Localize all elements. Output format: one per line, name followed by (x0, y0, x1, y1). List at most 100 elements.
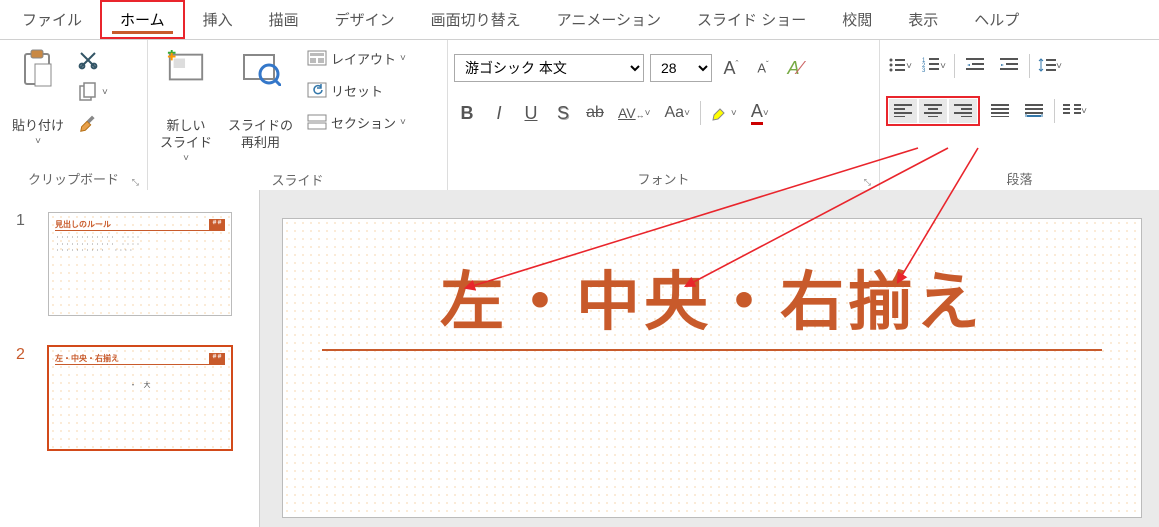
group-font: 游ゴシック 本文 28 Aˆ Aˇ A⁄ B I U S (448, 40, 880, 190)
decrease-indent-button[interactable] (961, 54, 989, 78)
columns-button[interactable] (1061, 99, 1089, 123)
tab-file[interactable]: ファイル (4, 0, 100, 39)
alignment-highlight-box (886, 96, 980, 126)
bold-icon: B (461, 103, 474, 124)
line-spacing-button[interactable] (1036, 54, 1064, 78)
align-left-icon (894, 103, 912, 120)
decrease-indent-icon (966, 57, 984, 76)
format-painter-button[interactable] (74, 112, 112, 136)
slide-title-underline (322, 349, 1102, 351)
group-font-label: フォント (637, 169, 689, 188)
thumbnail-1[interactable]: 見出しのルール＃＃ ・・・・・・・・・・・・ ・・・・・・・・・・・・・・・・ … (48, 212, 232, 316)
decrease-font-icon: Aˇ (757, 60, 768, 75)
layout-button[interactable]: レイアウト (303, 46, 410, 70)
section-icon (307, 112, 327, 132)
underline-button[interactable]: U (518, 100, 544, 126)
layout-label: レイアウト (331, 49, 396, 68)
bold-button[interactable]: B (454, 100, 480, 126)
tab-animation[interactable]: アニメーション (539, 0, 679, 39)
font-dialog-launcher-icon[interactable]: ⤡ (864, 177, 871, 188)
change-case-button[interactable]: Aa (660, 100, 693, 126)
paste-button[interactable]: 貼り付け (6, 44, 70, 152)
clear-formatting-button[interactable]: A⁄ (782, 55, 808, 81)
font-color-icon: A (751, 101, 763, 125)
tab-insert[interactable]: 挿入 (185, 0, 251, 39)
thumb-number-2: 2 (16, 346, 28, 450)
slide-canvas-area: 左・中央・右揃え (260, 190, 1159, 527)
distribute-icon (1025, 103, 1043, 120)
numbering-icon: 123 (922, 57, 940, 76)
tab-home[interactable]: ホーム (100, 0, 185, 39)
copy-button[interactable] (74, 80, 112, 104)
thumb1-title: 見出しのルール (55, 219, 111, 230)
section-button[interactable]: セクション (303, 110, 410, 134)
char-spacing-icon: AV↔ (618, 105, 645, 121)
scissors-icon (78, 50, 98, 70)
thumb2-tag: ＃＃ (209, 353, 225, 364)
thumb1-tag: ＃＃ (209, 219, 225, 230)
clipboard-icon (18, 48, 58, 88)
ribbon-tabs: ファイル ホーム 挿入 描画 デザイン 画面切り替え アニメーション スライド … (0, 0, 1159, 40)
reuse-slides-icon (241, 48, 281, 88)
increase-indent-button[interactable] (995, 54, 1023, 78)
change-case-icon: Aa (664, 104, 684, 122)
increase-indent-icon (1000, 57, 1018, 76)
align-right-icon (954, 103, 972, 120)
slide-title[interactable]: 左・中央・右揃え (440, 251, 984, 343)
italic-button[interactable]: I (486, 100, 512, 126)
font-name-select[interactable]: 游ゴシック 本文 (454, 54, 644, 82)
align-center-button[interactable] (919, 99, 947, 123)
highlight-color-button[interactable] (707, 100, 741, 126)
numbering-button[interactable]: 123 (920, 54, 948, 78)
increase-font-icon: Aˆ (723, 58, 738, 79)
group-paragraph: 123 (880, 40, 1159, 190)
tab-slideshow[interactable]: スライド ショー (679, 0, 824, 39)
font-size-select[interactable]: 28 (650, 54, 712, 82)
thumb-row-1[interactable]: 1 見出しのルール＃＃ ・・・・・・・・・・・・ ・・・・・・・・・・・・・・・… (0, 208, 259, 342)
reuse-slides-label: スライドの 再利用 (228, 118, 293, 152)
group-slides-label: スライド (271, 170, 323, 189)
justify-button[interactable] (986, 99, 1014, 123)
tab-transition[interactable]: 画面切り替え (413, 0, 539, 39)
slide-canvas[interactable]: 左・中央・右揃え (282, 218, 1142, 518)
char-spacing-button[interactable]: AV↔ (614, 100, 654, 126)
italic-icon: I (496, 103, 501, 124)
align-center-icon (924, 103, 942, 120)
font-color-button[interactable]: A (747, 100, 773, 126)
tab-view[interactable]: 表示 (890, 0, 956, 39)
thumbnail-2[interactable]: 左・中央・右揃え ＃＃ ・ 大 (48, 346, 232, 450)
highlight-icon (711, 102, 731, 125)
slide-thumbnails-pane: 1 見出しのルール＃＃ ・・・・・・・・・・・・ ・・・・・・・・・・・・・・・… (0, 190, 260, 527)
columns-icon (1063, 103, 1081, 120)
tab-review[interactable]: 校閲 (824, 0, 890, 39)
align-right-button[interactable] (949, 99, 977, 123)
reset-icon (307, 80, 327, 100)
bullets-button[interactable] (886, 54, 914, 78)
increase-font-size-button[interactable]: Aˆ (718, 55, 744, 81)
thumb-row-2[interactable]: 2 左・中央・右揃え ＃＃ ・ 大 (0, 342, 259, 476)
align-left-button[interactable] (889, 99, 917, 123)
distribute-button[interactable] (1020, 99, 1048, 123)
reset-button[interactable]: リセット (303, 78, 410, 102)
line-spacing-icon (1038, 57, 1056, 76)
underline-icon: U (525, 103, 538, 124)
reuse-slides-button[interactable]: スライドの 再利用 (222, 44, 299, 156)
decrease-font-size-button[interactable]: Aˇ (750, 55, 776, 81)
group-slides: 新しい スライド スライドの 再利用 レイアウト (148, 40, 448, 190)
svg-text:3: 3 (922, 68, 926, 73)
tab-design[interactable]: デザイン (317, 0, 413, 39)
tab-help[interactable]: ヘルプ (956, 0, 1037, 39)
shadow-button[interactable]: S (550, 100, 576, 126)
new-slide-button[interactable]: 新しい スライド (154, 44, 218, 169)
tab-draw[interactable]: 描画 (251, 0, 317, 39)
layout-icon (307, 48, 327, 68)
clipboard-dialog-launcher-icon[interactable]: ⤡ (132, 177, 139, 188)
clear-formatting-icon: A⁄ (787, 58, 802, 79)
thumb2-title: 左・中央・右揃え (55, 353, 119, 364)
cut-button[interactable] (74, 48, 112, 72)
group-paragraph-label: 段落 (1006, 169, 1032, 188)
strikethrough-button[interactable]: ab (582, 100, 608, 126)
paste-label: 貼り付け (12, 118, 64, 135)
thumb2-body: ・ 大 (55, 381, 225, 390)
paintbrush-icon (78, 114, 98, 134)
